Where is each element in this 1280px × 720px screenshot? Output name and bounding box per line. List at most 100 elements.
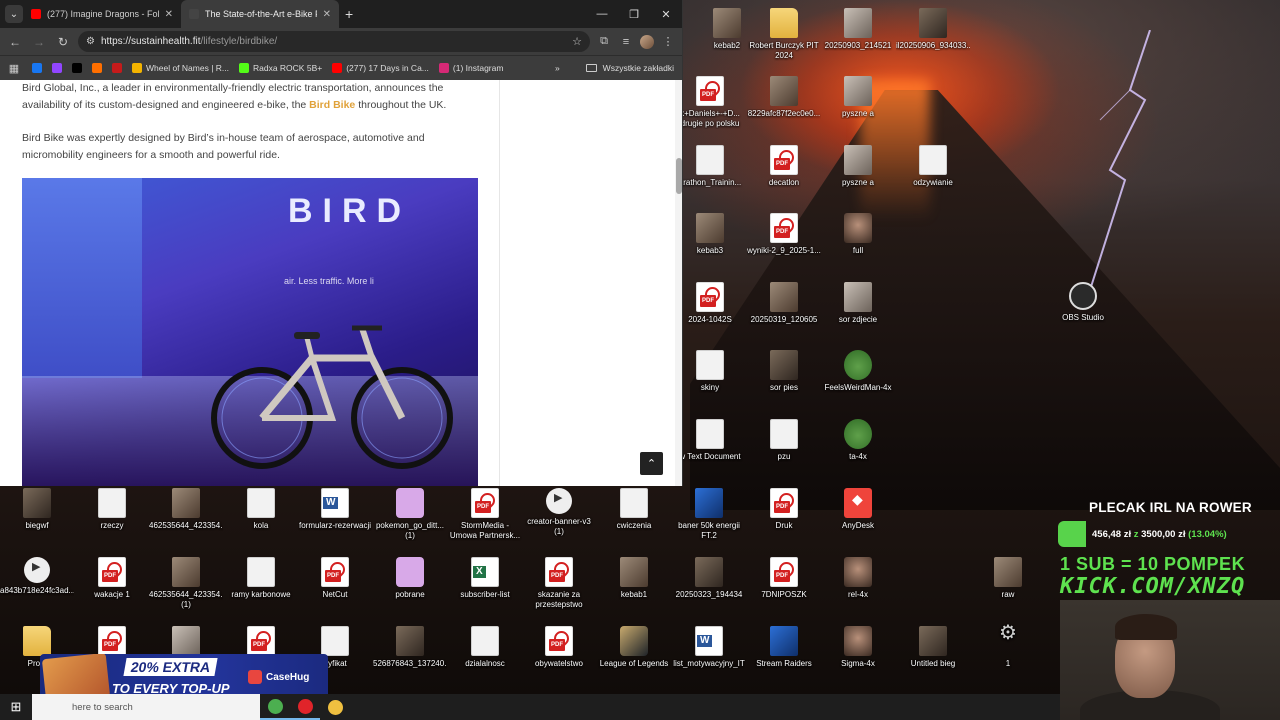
scroll-thumb[interactable] (676, 158, 682, 194)
bookmark-item[interactable]: Wheel of Names | R... (132, 63, 229, 73)
desktop-icon[interactable]: 526876843_137240... (373, 626, 447, 669)
close-icon[interactable]: ✕ (165, 9, 173, 20)
bookmark-item[interactable]: (277) 17 Days in Ca... (332, 63, 429, 73)
desktop-icon[interactable]: creator-banner-v3 (1) (522, 488, 596, 537)
bookmark-item[interactable] (112, 63, 122, 73)
desktop-icon[interactable]: ta-4x (821, 419, 895, 462)
desktop-icon[interactable]: StormMedia - Umowa Partnersk... (448, 488, 522, 541)
maximize-button[interactable]: ❐ (618, 0, 650, 28)
desktop-icon[interactable]: biegwf (0, 488, 74, 531)
apps-grid-icon[interactable]: ▦ (6, 62, 22, 75)
desktop-icon[interactable]: Untitled bieg (896, 626, 970, 669)
reload-icon[interactable]: ↻ (54, 35, 72, 49)
bookmark-item[interactable]: Radxa ROCK 5B+ (238, 63, 322, 73)
bookmark-item[interactable] (72, 63, 82, 73)
desktop-icon[interactable]: ramy karbonowe (224, 557, 298, 600)
tab-bird-bike[interactable]: The State-of-the-Art e-Bike Fro ✕ (181, 0, 339, 28)
desktop-icon[interactable]: Stream Raiders (747, 626, 821, 669)
desktop-icon[interactable]: il20250906_934033... (896, 8, 970, 51)
desktop-icon[interactable]: pyszne a (821, 76, 895, 119)
tab-search-button[interactable]: ⌄ (5, 5, 23, 23)
tab-imagine-dragons[interactable]: (277) Imagine Dragons - Follow ✕ (23, 0, 181, 28)
bookmark-item[interactable] (32, 63, 42, 73)
desktop-icon[interactable]: 20250319_120605 (747, 282, 821, 325)
desktop-icon[interactable]: list_motywacyjny_IT (672, 626, 746, 669)
desktop-icon[interactable]: a843b718e24fc3ad... (0, 557, 74, 596)
desktop-icon[interactable]: dzialalnosc (448, 626, 522, 669)
desktop-icon[interactable]: kebab3 (673, 213, 747, 256)
close-icon[interactable]: ✕ (323, 9, 331, 20)
desktop-icon[interactable]: cwiczenia (597, 488, 671, 531)
desktop-icon[interactable]: raw (971, 557, 1045, 600)
desktop-icon[interactable]: rzeczy (75, 488, 149, 531)
taskbar-app-chrome[interactable] (260, 694, 290, 720)
desktop-icon[interactable]: 7DNIPOSZK (747, 557, 821, 600)
bookmark-star-icon[interactable]: ☆ (572, 35, 582, 48)
desktop-icon[interactable]: pokemon_go_ditt... (1) (373, 488, 447, 541)
desktop-icon[interactable]: pzu (747, 419, 821, 462)
desktop-icon[interactable]: subscriber-list (448, 557, 522, 600)
img-file-icon (172, 488, 200, 518)
desktop-icon[interactable]: decatlon (747, 145, 821, 188)
media-icon[interactable]: ≡ (618, 36, 634, 48)
desktop-icon[interactable]: League of Legends (597, 626, 671, 669)
desktop-icon[interactable]: Sigma-4x (821, 626, 895, 669)
page-scrollbar[interactable] (675, 80, 682, 486)
back-icon[interactable]: ← (6, 35, 24, 49)
desktop-icon[interactable]: 2024-1042S (673, 282, 747, 325)
desktop-icon[interactable]: 20250323_194434 (672, 557, 746, 600)
desktop-icon[interactable]: 1 (971, 626, 1045, 669)
desktop-icon[interactable]: full (821, 213, 895, 256)
bookmark-item[interactable]: (1) Instagram (438, 63, 503, 73)
desktop-icon[interactable]: skiny (673, 350, 747, 393)
desktop-icon[interactable]: w Text Document (673, 419, 747, 462)
all-bookmarks-button[interactable]: Wszystkie zakładki (603, 63, 674, 73)
desktop-icon[interactable]: kola (224, 488, 298, 531)
windows-start-icon[interactable]: ⊞ (0, 694, 32, 720)
desktop-icon[interactable]: skazanie za przestepstwo (522, 557, 596, 610)
taskbar-app-app[interactable] (320, 694, 350, 720)
desktop-icon[interactable]: arathon_Trainin... (673, 145, 747, 188)
desktop-icon[interactable]: Druk (747, 488, 821, 531)
menu-icon[interactable]: ⋮ (660, 35, 676, 48)
desktop-icon[interactable]: FeelsWeirdMan-4x (821, 350, 895, 393)
minimize-button[interactable]: — (586, 0, 618, 28)
desktop-icon[interactable]: k+Daniels+-+D... drugie po polsku (673, 76, 747, 129)
bookmarks-more-button[interactable]: » (555, 63, 560, 73)
scroll-to-top-button[interactable]: ⌃ (640, 452, 663, 475)
bookmark-item[interactable] (92, 63, 102, 73)
desktop-icon[interactable]: baner 50k energii FT.2 (672, 488, 746, 541)
forward-icon[interactable]: → (30, 35, 48, 49)
desktop-icon[interactable]: Robert Burczyk PIT 2024 (747, 8, 821, 61)
desktop-icon[interactable]: 20250903_214521 (821, 8, 895, 51)
desktop-icon[interactable]: wakacje 1 (75, 557, 149, 600)
taskbar-app-opera[interactable] (290, 694, 320, 720)
desktop-icon-label: odzywianie (913, 178, 953, 187)
taskbar-search[interactable]: here to search (32, 694, 260, 720)
new-tab-button[interactable]: + (345, 6, 353, 22)
profile-avatar[interactable] (640, 34, 654, 49)
desktop-icon[interactable]: 462535644_423354... (1) (149, 557, 223, 610)
address-bar[interactable]: ⚙ https://sustainhealth.fit/lifestyle/bi… (78, 31, 590, 52)
desktop-icon[interactable]: kebab1 (597, 557, 671, 600)
desktop-icon[interactable]: pyszne a (821, 145, 895, 188)
desktop-icon[interactable]: rel-4x (821, 557, 895, 600)
extensions-icon[interactable]: ⧉ (596, 35, 612, 48)
desktop-icon[interactable]: wyniki-2_9_2025-1... (747, 213, 821, 256)
bookmark-item[interactable] (52, 63, 62, 73)
desktop-icon[interactable]: sor zdjecie (821, 282, 895, 325)
close-window-button[interactable]: ✕ (650, 0, 682, 28)
bird-bike-link[interactable]: Bird Bike (309, 99, 355, 111)
desktop-icon[interactable]: AnyDesk (821, 488, 895, 531)
desktop-icon[interactable]: sor pies (747, 350, 821, 393)
desktop-icon[interactable]: 462535644_423354... (149, 488, 223, 531)
desktop-icon[interactable]: pobrane (373, 557, 447, 600)
desktop-icon[interactable]: OBS Studio (1046, 282, 1120, 323)
site-info-icon[interactable]: ⚙ (86, 36, 95, 47)
desktop-icon[interactable]: 8229afc87f2ec0e0... (747, 76, 821, 119)
desktop-icon[interactable]: odzywianie (896, 145, 970, 188)
desktop-icon[interactable]: formularz-rezerwacji (298, 488, 372, 531)
desktop-icon[interactable]: obywatelstwo (522, 626, 596, 669)
desktop-icon-label: Sigma-4x (841, 659, 875, 668)
desktop-icon[interactable]: NetCut (298, 557, 372, 600)
